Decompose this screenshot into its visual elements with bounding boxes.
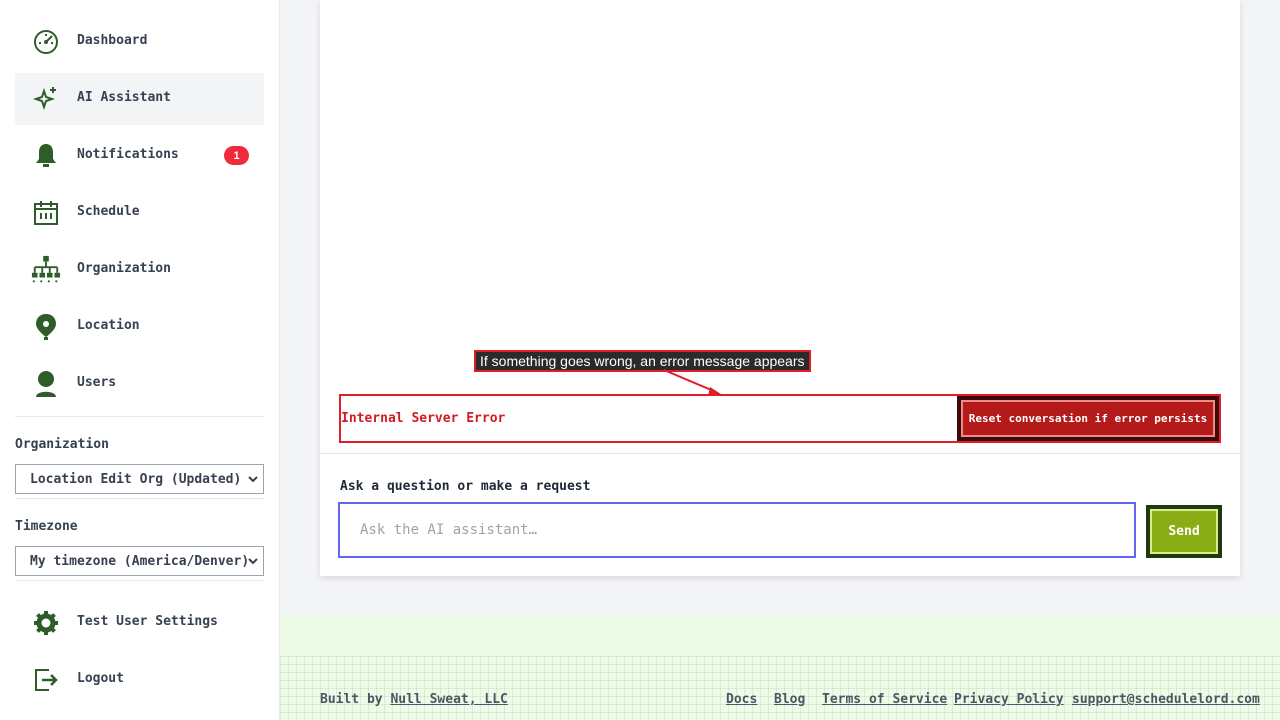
ask-input[interactable] xyxy=(338,502,1136,558)
sidebar-item-label: Notifications xyxy=(77,147,179,162)
sidebar-item-label: AI Assistant xyxy=(77,90,171,105)
sidebar-item-schedule[interactable]: Schedule xyxy=(15,187,264,239)
built-by-prefix: Built by xyxy=(320,692,383,707)
sidebar-item-users[interactable]: Users xyxy=(15,358,264,410)
sidebar-item-organization[interactable]: Organization xyxy=(15,244,264,296)
user-icon xyxy=(31,370,61,398)
sidebar-item-location[interactable]: Location xyxy=(15,301,264,353)
footer-link-blog[interactable]: Blog xyxy=(774,692,805,707)
sidebar-item-label: Logout xyxy=(77,671,124,686)
sidebar-item-label: Organization xyxy=(77,261,171,276)
footer-link-support-email[interactable]: support@schedulelord.com xyxy=(1072,692,1260,707)
ask-label: Ask a question or make a request xyxy=(340,479,591,494)
send-button[interactable]: Send xyxy=(1146,505,1222,558)
gear-icon xyxy=(31,609,61,637)
footer-link-docs[interactable]: Docs xyxy=(726,692,757,707)
sidebar-item-label: Dashboard xyxy=(77,33,148,48)
error-message: Internal Server Error xyxy=(341,411,506,426)
built-by-link[interactable]: Null Sweat, LLC xyxy=(390,692,507,707)
bell-icon xyxy=(31,142,61,170)
sidebar-divider xyxy=(15,416,264,417)
sidebar-item-label: Users xyxy=(77,375,117,390)
organization-label: Organization xyxy=(15,437,109,452)
sidebar-divider xyxy=(15,580,264,581)
notification-count-badge: 1 xyxy=(224,146,249,165)
panel-divider xyxy=(320,453,1240,454)
sidebar: Dashboard AI Assistant Notifications 1 S… xyxy=(0,0,280,720)
timezone-label: Timezone xyxy=(15,519,78,534)
built-by: Built by Null Sweat, LLC xyxy=(320,692,508,707)
sidebar-item-logout[interactable]: Logout xyxy=(15,654,264,706)
chevron-down-icon xyxy=(248,558,258,565)
reset-conversation-button[interactable]: Reset conversation if error persists xyxy=(957,396,1219,441)
footer: Built by Null Sweat, LLC Docs Blog Terms… xyxy=(280,616,1280,720)
map-pin-icon xyxy=(31,313,61,341)
sidebar-divider xyxy=(15,498,264,499)
sidebar-item-label: Test User Settings xyxy=(77,614,218,629)
timezone-select[interactable]: My timezone (America/Denver) xyxy=(15,546,264,576)
sidebar-item-dashboard[interactable]: Dashboard xyxy=(15,16,264,68)
help-callout: If something goes wrong, an error messag… xyxy=(474,350,811,372)
org-chart-icon xyxy=(31,255,61,284)
timezone-select-value: My timezone (America/Denver) xyxy=(30,553,250,569)
sidebar-item-notifications[interactable]: Notifications 1 xyxy=(15,130,264,182)
footer-link-terms[interactable]: Terms of Service xyxy=(822,692,947,707)
dashboard-icon xyxy=(31,28,61,56)
sparkle-icon xyxy=(31,85,61,113)
sidebar-item-label: Schedule xyxy=(77,204,140,219)
footer-top xyxy=(280,616,1280,656)
sidebar-item-ai-assistant[interactable]: AI Assistant xyxy=(15,73,264,125)
sidebar-item-label: Location xyxy=(77,318,140,333)
chevron-down-icon xyxy=(248,476,258,483)
calendar-icon xyxy=(31,199,61,227)
organization-select[interactable]: Location Edit Org (Updated) xyxy=(15,464,264,494)
footer-link-privacy[interactable]: Privacy Policy xyxy=(954,692,1064,707)
error-alert: Internal Server Error Reset conversation… xyxy=(339,394,1221,443)
organization-select-value: Location Edit Org (Updated) xyxy=(30,471,242,487)
sidebar-item-settings[interactable]: Test User Settings xyxy=(15,597,264,649)
reset-conversation-label: Reset conversation if error persists xyxy=(961,400,1215,437)
send-label: Send xyxy=(1150,509,1218,554)
logout-icon xyxy=(31,666,61,694)
